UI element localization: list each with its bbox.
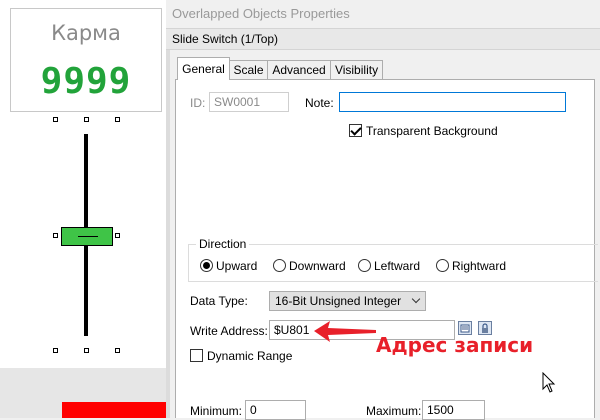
transparent-background-label: Transparent Background [366,124,498,138]
direction-rightward-radio[interactable] [436,259,449,272]
checkmark-icon [350,124,362,136]
selection-handle-top-right[interactable] [115,117,120,122]
object-selector-bar[interactable]: Slide Switch (1/Top) [166,28,600,50]
selection-handle-bottom-center[interactable] [84,348,89,353]
selection-handle-top-left[interactable] [53,117,58,122]
minimum-label: Minimum: [190,404,243,418]
direction-leftward-radio[interactable] [358,259,371,272]
tab-general[interactable]: General [177,57,230,80]
note-field[interactable] [339,92,566,112]
direction-rightward-label: Rightward [452,259,507,273]
data-type-label: Data Type: [190,294,248,308]
red-object[interactable] [62,402,166,418]
design-canvas[interactable]: Карма 9999 [0,0,166,418]
selection-handle-middle-left[interactable] [53,233,58,238]
slide-switch-thumb-line [78,236,98,237]
id-field[interactable] [209,92,289,112]
red-arrow-icon [314,321,376,342]
mouse-cursor-icon [542,372,556,393]
direction-downward-radio[interactable] [273,259,286,272]
selection-handle-bottom-left[interactable] [53,348,58,353]
direction-downward-label: Downward [289,259,346,273]
karma-value: 9999 [40,61,132,102]
minimum-field[interactable] [245,400,306,420]
tab-scale[interactable]: Scale [229,60,268,79]
id-label: ID: [190,96,206,110]
object-label: Slide Switch (1/Top) [172,32,279,46]
dialog-left-border [166,50,170,418]
dialog-title: Overlapped Objects Properties [172,6,350,21]
write-address-label: Write Address: [190,324,268,338]
note-label: Note: [305,96,334,110]
maximum-field[interactable] [422,400,485,420]
data-type-select[interactable]: 16-Bit Unsigned Integer [269,291,426,311]
direction-upward-radio[interactable] [200,259,213,272]
tab-visibility[interactable]: Visibility [330,60,383,79]
annotation-text: Адрес записи [376,333,534,357]
chevron-down-icon [411,294,421,304]
karma-title: Карма [51,21,121,45]
maximum-label: Maximum: [366,404,422,418]
direction-leftward-label: Leftward [374,259,421,273]
data-type-value: 16-Bit Unsigned Integer [275,294,402,308]
slide-switch-thumb[interactable] [61,227,113,246]
karma-display-box[interactable]: Карма 9999 [10,8,162,112]
selection-handle-middle-right[interactable] [115,233,120,238]
dynamic-range-checkbox[interactable] [190,349,203,362]
tab-advanced[interactable]: Advanced [267,60,331,79]
transparent-background-checkbox[interactable] [349,124,362,137]
selection-handle-bottom-right[interactable] [115,348,120,353]
selection-handle-top-center[interactable] [84,117,89,122]
radio-selected-dot [203,262,210,269]
direction-legend: Direction [196,237,250,251]
direction-upward-label: Upward [216,259,258,273]
dynamic-range-label: Dynamic Range [207,349,293,363]
